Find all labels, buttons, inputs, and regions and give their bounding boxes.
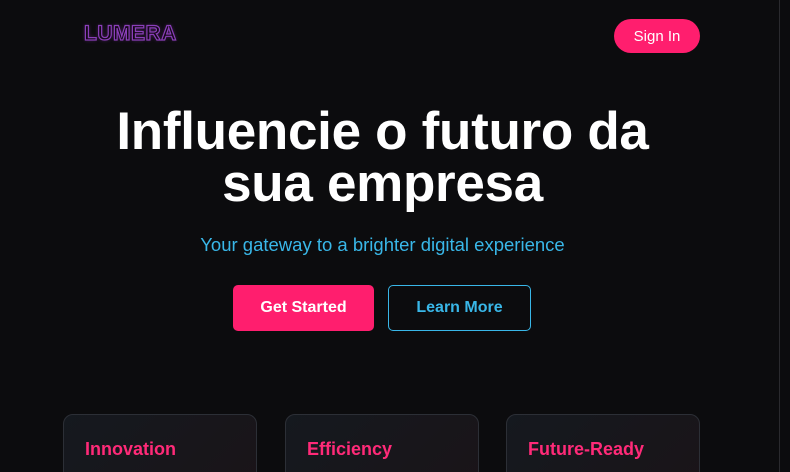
hero-subtitle: Your gateway to a brighter digital exper… bbox=[200, 234, 565, 255]
hero-title-line-1: Influencie o futuro da bbox=[116, 102, 649, 161]
feature-card-efficiency: Efficiency bbox=[285, 414, 479, 472]
feature-card-future-ready: Future-Ready bbox=[506, 414, 700, 472]
hero-title: Influencie o futuro da sua empresa bbox=[0, 105, 765, 213]
learn-more-button[interactable]: Learn More bbox=[388, 285, 531, 331]
landing-page: LUMERA Sign In Influencie o futuro da su… bbox=[0, 0, 790, 472]
get-started-button[interactable]: Get Started bbox=[233, 285, 374, 331]
feature-card-innovation: Innovation bbox=[63, 414, 257, 472]
hero-title-line-2: sua empresa bbox=[222, 154, 543, 213]
feature-card-title: Efficiency bbox=[307, 439, 393, 459]
sign-in-button[interactable]: Sign In bbox=[614, 19, 700, 53]
page-edge-divider bbox=[779, 0, 780, 472]
feature-card-title: Innovation bbox=[85, 439, 176, 459]
brand-logo[interactable]: LUMERA bbox=[83, 21, 177, 46]
feature-card-title: Future-Ready bbox=[528, 439, 645, 459]
